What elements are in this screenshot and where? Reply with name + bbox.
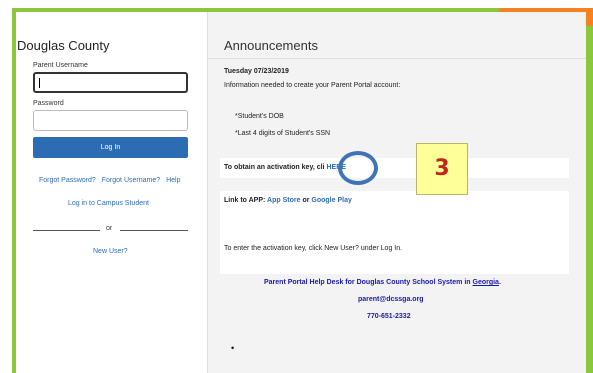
announcement-date: Tuesday 07/23/2019 [224, 68, 289, 75]
app-prefix: Link to APP: [224, 197, 266, 204]
forgot-links: Forgot Password? Forgot Username? Help [39, 177, 184, 184]
requirement-dob: *Student's DOB [235, 113, 284, 120]
helpdesk-line: Parent Portal Help Desk for Douglas Coun… [264, 279, 501, 286]
new-user-link[interactable]: New User? [93, 248, 128, 255]
announcement-intro: Information needed to create your Parent… [224, 82, 401, 89]
login-button[interactable]: Log In [33, 137, 188, 158]
frame-edge [589, 8, 593, 373]
app-store-link[interactable]: App Store [267, 197, 300, 204]
or-label: or [106, 225, 113, 232]
app-or: or [302, 197, 310, 204]
google-play-link[interactable]: Google Play [311, 197, 351, 204]
activation-prefix: To obtain an activation key, cli [224, 164, 325, 171]
or-divider-right [120, 230, 188, 231]
text-caret [39, 78, 40, 88]
highlight-circle [338, 151, 378, 185]
password-label: Password [33, 100, 64, 107]
step-number-callout: 3 [416, 143, 468, 195]
forgot-username-link[interactable]: Forgot Username? [102, 177, 160, 184]
bullet-point: • [231, 343, 235, 353]
or-divider-left [33, 230, 100, 231]
helpdesk-email[interactable]: parent@dcssga.org [358, 296, 424, 303]
app-links-row: Link to APP: App Store or Google Play [224, 197, 352, 204]
username-label: Parent Username [33, 62, 88, 69]
district-name: Douglas County [17, 38, 110, 53]
enter-key-instructions: To enter the activation key, click New U… [224, 245, 403, 252]
title-divider [207, 58, 586, 59]
activation-text: To obtain an activation key, cli HERE [224, 164, 346, 171]
help-link[interactable]: Help [166, 177, 180, 184]
password-field[interactable] [33, 110, 188, 131]
georgia-link[interactable]: Georgia [473, 279, 499, 286]
helpdesk-text: Parent Portal Help Desk for Douglas Coun… [264, 279, 473, 286]
campus-student-link[interactable]: Log in to Campus Student [68, 200, 149, 207]
requirement-ssn: *Last 4 digits of Student's SSN [235, 130, 331, 137]
helpdesk-period: . [498, 279, 501, 286]
helpdesk-phone: 770-651-2332 [367, 313, 411, 320]
forgot-password-link[interactable]: Forgot Password? [39, 177, 96, 184]
username-field[interactable] [33, 72, 188, 93]
announcements-title: Announcements [224, 38, 318, 53]
